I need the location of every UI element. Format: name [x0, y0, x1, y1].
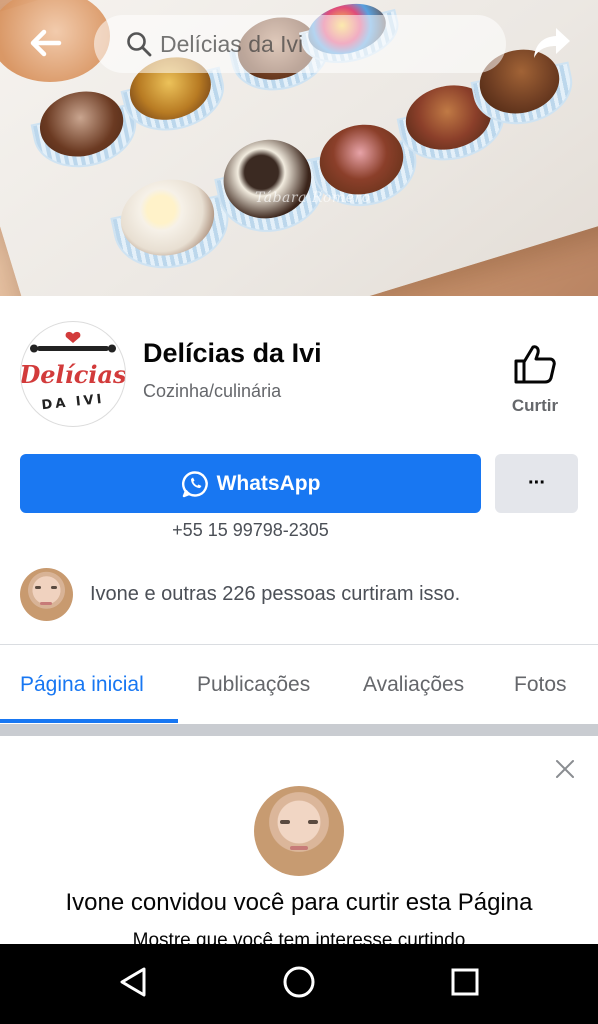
divider	[0, 644, 598, 645]
invite-title: Ivone convidou você para curtir esta Pág…	[65, 889, 533, 916]
search-input[interactable]: Delícias da Ivi	[94, 15, 506, 73]
thumbs-up-icon	[514, 344, 556, 389]
page-profile-picture[interactable]: Delícias DA IVI	[20, 321, 126, 427]
nav-back-button[interactable]	[93, 944, 173, 1024]
whatsapp-icon	[181, 470, 208, 497]
page-tabs: Página inicial Publicações Avaliações Fo…	[0, 646, 598, 724]
section-separator	[0, 724, 598, 736]
like-button[interactable]: Curtir	[500, 340, 570, 420]
page-title: Delícias da Ivi	[143, 338, 322, 368]
back-arrow-icon	[30, 29, 62, 62]
likes-summary[interactable]: Ivone e outras 226 pessoas curtiram isso…	[20, 567, 460, 621]
nav-recents-icon	[450, 967, 480, 1002]
tab-publicacoes[interactable]: Publicações	[197, 646, 310, 724]
like-label: Curtir	[511, 396, 559, 415]
close-button[interactable]	[548, 754, 582, 788]
nav-home-button[interactable]	[259, 944, 339, 1024]
whatsapp-label: WhatsApp	[216, 471, 321, 495]
cover-photo[interactable]: Tábara Romero Delícias da Ivi	[0, 0, 598, 296]
phone-number[interactable]: +55 15 99798-2305	[0, 520, 501, 541]
tab-fotos[interactable]: Fotos	[514, 646, 567, 724]
share-button[interactable]	[528, 22, 576, 68]
nav-recents-button[interactable]	[425, 944, 505, 1024]
search-placeholder: Delícias da Ivi	[160, 30, 304, 57]
more-options-button[interactable]: ···	[495, 454, 578, 513]
active-tab-indicator	[0, 719, 178, 723]
back-button[interactable]	[22, 22, 70, 68]
nav-back-icon	[118, 966, 148, 1003]
tab-avaliacoes[interactable]: Avaliações	[363, 646, 464, 724]
more-icon: ···	[528, 472, 546, 494]
cover-watermark: Tábara Romero	[255, 190, 371, 206]
close-icon	[555, 759, 575, 784]
logo-subtext: DA IVI	[41, 392, 105, 414]
share-icon	[532, 25, 572, 66]
system-nav-bar	[0, 944, 598, 1024]
page-logo: Delícias DA IVI	[21, 331, 125, 414]
nav-home-icon	[282, 965, 316, 1004]
likes-text: Ivone e outras 226 pessoas curtiram isso…	[90, 582, 461, 605]
avatar	[20, 567, 73, 621]
page-category[interactable]: Cozinha/culinária	[143, 381, 281, 402]
whatsapp-button[interactable]: WhatsApp	[20, 454, 481, 513]
search-icon	[126, 31, 152, 57]
logo-text: Delícias	[21, 360, 125, 389]
inviter-avatar	[254, 786, 344, 876]
tab-pagina-inicial[interactable]: Página inicial	[20, 646, 144, 724]
